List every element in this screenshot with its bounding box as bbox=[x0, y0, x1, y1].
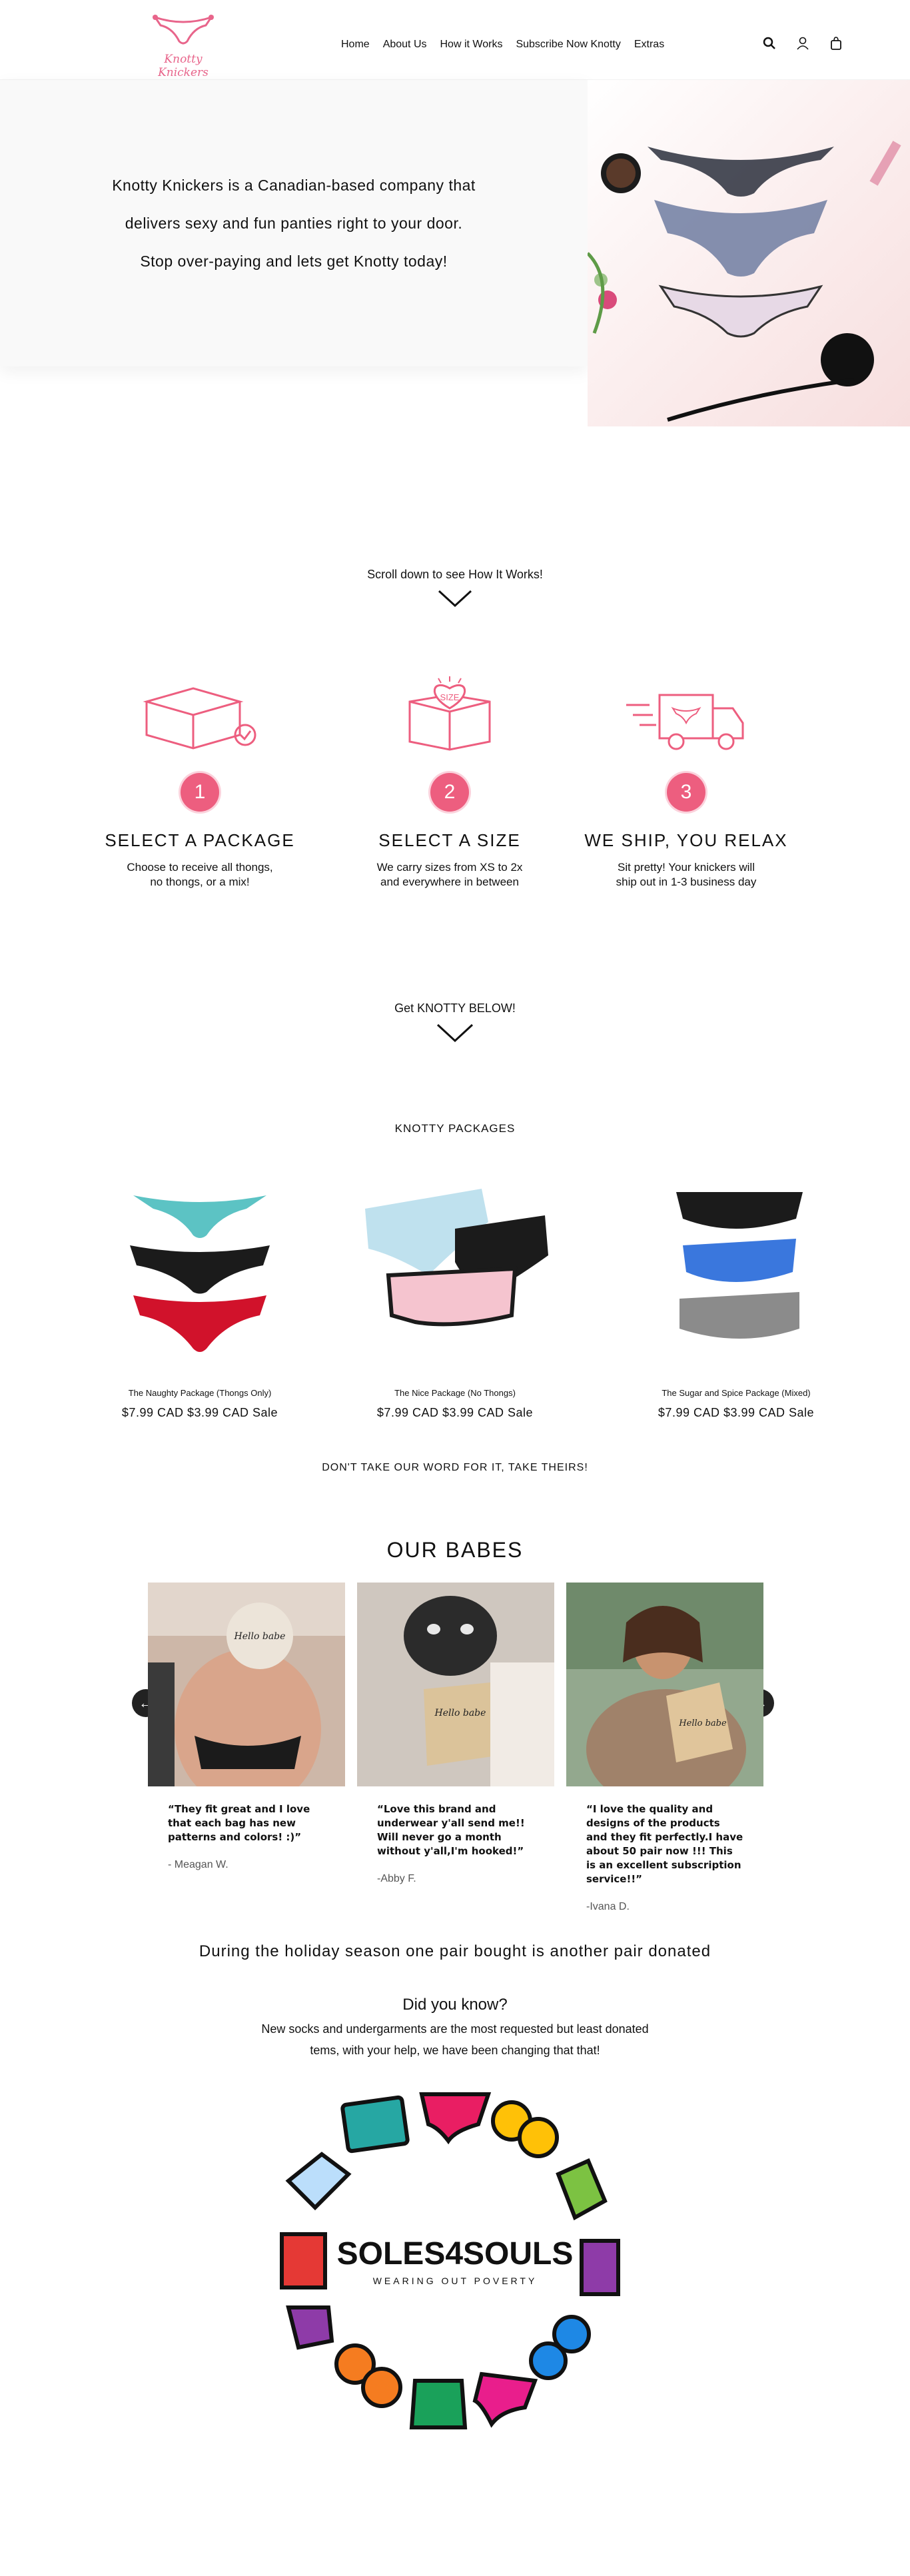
review-author: -Abby F. bbox=[377, 1873, 416, 1884]
package-price: $7.99 CAD $3.99 CAD Sale bbox=[376, 1406, 534, 1419]
step-title: SELECT A SIZE bbox=[378, 830, 521, 850]
step-desc: Sit pretty! Your knickers will ship out … bbox=[616, 861, 757, 888]
step-title: WE SHIP, YOU RELAX bbox=[584, 830, 788, 850]
nav-how-it-works[interactable]: How it Works bbox=[440, 39, 503, 51]
review-card: Hello babe “I love the quality and desig… bbox=[566, 1583, 763, 1913]
svg-text:Hello babe: Hello babe bbox=[434, 1708, 486, 1718]
nav-home[interactable]: Home bbox=[341, 39, 370, 51]
review-quote: “I love the quality and designs of the p… bbox=[586, 1803, 743, 1885]
step-number-badge: 2 bbox=[430, 773, 469, 812]
site-header: Knotty Knickers Home About Us How it Wor… bbox=[0, 0, 910, 80]
cart-icon[interactable] bbox=[829, 36, 843, 51]
brand-logo[interactable]: Knotty Knickers bbox=[143, 12, 223, 79]
package-name: The Nice Package (No Thongs) bbox=[394, 1388, 516, 1398]
package-card[interactable]: The Sugar and Spice Package (Mixed) $7.9… bbox=[636, 1182, 836, 1420]
package-name: The Sugar and Spice Package (Mixed) bbox=[662, 1388, 811, 1398]
soles4souls-graphic: SOLES4SOULS WEARING OUT POVERTY bbox=[0, 2068, 910, 2441]
donation-line-2: tems, with your help, we have been chang… bbox=[310, 2044, 600, 2057]
review-card: Hello babe “They fit great and I love th… bbox=[148, 1583, 345, 1871]
step-number-badge: 3 bbox=[667, 773, 705, 812]
search-icon[interactable] bbox=[762, 36, 777, 51]
footer-spacer bbox=[0, 2441, 910, 2547]
donation-headline: During the holiday season one pair bough… bbox=[199, 1942, 711, 1960]
reviews-heading: DON'T TAKE OUR WORD FOR IT, TAKE THEIRS! bbox=[322, 1462, 588, 1473]
review-quote: “Love this brand and underwear y'all sen… bbox=[377, 1803, 525, 1857]
step-number-badge: 1 bbox=[181, 773, 219, 812]
soles4souls-tagline: WEARING OUT POVERTY bbox=[373, 2275, 538, 2286]
hero-line-1: Knotty Knickers is a Canadian-based comp… bbox=[112, 176, 476, 194]
nav-about-us[interactable]: About Us bbox=[383, 39, 427, 51]
package-card[interactable]: The Naughty Package (Thongs Only) $7.99 … bbox=[100, 1182, 300, 1420]
chevron-down-icon[interactable] bbox=[435, 1021, 475, 1043]
package-price: $7.99 CAD $3.99 CAD Sale bbox=[121, 1406, 278, 1419]
review-card: Hello babe “Love this brand and underwea… bbox=[357, 1583, 554, 1885]
package-name: The Naughty Package (Thongs Only) bbox=[128, 1388, 272, 1398]
package-image-sugar-spice bbox=[676, 1192, 803, 1339]
review-author: -Ivana D. bbox=[586, 1901, 630, 1912]
get-knotty-cta: Get KNOTTY BELOW! bbox=[394, 1001, 516, 1015]
step-select-package: 1 SELECT A PACKAGE Choose to receive all… bbox=[93, 682, 306, 890]
hero-line-2: delivers sexy and fun panties right to y… bbox=[125, 214, 463, 232]
how-it-works-steps: 1 SELECT A PACKAGE Choose to receive all… bbox=[0, 676, 910, 1001]
hero-intro: Knotty Knickers is a Canadian-based comp… bbox=[0, 80, 588, 366]
hero-line-3: Stop over-paying and lets get Knotty tod… bbox=[140, 252, 448, 270]
our-babes-title: OUR BABES bbox=[386, 1538, 524, 1562]
size-box-icon: SIZE bbox=[408, 676, 491, 751]
scroll-hint: Scroll down to see How It Works! bbox=[367, 568, 543, 581]
review-quote: “They fit great and I love that each bag… bbox=[168, 1803, 310, 1843]
step-desc: Choose to receive all thongs, no thongs,… bbox=[127, 861, 273, 888]
box-check-icon bbox=[143, 687, 256, 750]
review-photo: Hello babe bbox=[357, 1583, 554, 1786]
main-nav: Home About Us How it Works Subscribe Now… bbox=[341, 39, 664, 51]
package-price: $7.99 CAD $3.99 CAD Sale bbox=[658, 1406, 815, 1419]
scroll-hint-area bbox=[0, 426, 910, 568]
svg-text:Hello babe: Hello babe bbox=[234, 1631, 286, 1642]
nav-subscribe[interactable]: Subscribe Now Knotty bbox=[516, 39, 620, 51]
step-select-size: SIZE 2 SELECT A SIZE We carry sizes from… bbox=[343, 675, 556, 890]
clothing-circle-illustration: SOLES4SOULS WEARING OUT POVERTY bbox=[280, 2092, 620, 2429]
panty-logo-icon bbox=[153, 15, 214, 45]
donation-desc: New socks and undergarments are the most… bbox=[0, 2018, 910, 2061]
review-photo: Hello babe bbox=[148, 1583, 345, 1786]
donation-line-1: New socks and undergarments are the most… bbox=[261, 2022, 649, 2036]
did-you-know-title: Did you know? bbox=[402, 1996, 508, 2014]
svg-text:Hello babe: Hello babe bbox=[678, 1718, 727, 1728]
review-photo: Hello babe bbox=[566, 1583, 763, 1786]
package-image-naughty bbox=[130, 1195, 270, 1352]
packages-heading: KNOTTY PACKAGES bbox=[394, 1122, 516, 1135]
reviews-carousel: ← → Hello babe “They fit great and I lov… bbox=[0, 1583, 910, 1929]
brand-name: Knotty Knickers bbox=[158, 53, 209, 79]
step-we-ship: 3 WE SHIP, YOU RELAX Sit pretty! Your kn… bbox=[580, 682, 793, 890]
package-image-nice bbox=[365, 1189, 548, 1327]
review-author: - Meagan W. bbox=[168, 1859, 228, 1870]
account-icon[interactable] bbox=[795, 36, 810, 51]
nav-extras[interactable]: Extras bbox=[634, 39, 664, 51]
delivery-truck-icon bbox=[626, 694, 744, 750]
package-card[interactable]: The Nice Package (No Thongs) $7.99 CAD $… bbox=[355, 1182, 555, 1420]
hero-image-panties-flatlay bbox=[588, 80, 910, 426]
step-title: SELECT A PACKAGE bbox=[105, 830, 295, 850]
size-label: SIZE bbox=[440, 692, 460, 702]
soles4souls-logo-text: SOLES4SOULS bbox=[337, 2236, 574, 2271]
packages-grid: The Naughty Package (Thongs Only) $7.99 … bbox=[0, 1182, 910, 1449]
header-icons bbox=[762, 36, 843, 51]
hero-section: Knotty Knickers is a Canadian-based comp… bbox=[0, 80, 910, 426]
step-desc: We carry sizes from XS to 2x and everywh… bbox=[376, 861, 523, 888]
chevron-down-icon[interactable] bbox=[436, 587, 474, 608]
